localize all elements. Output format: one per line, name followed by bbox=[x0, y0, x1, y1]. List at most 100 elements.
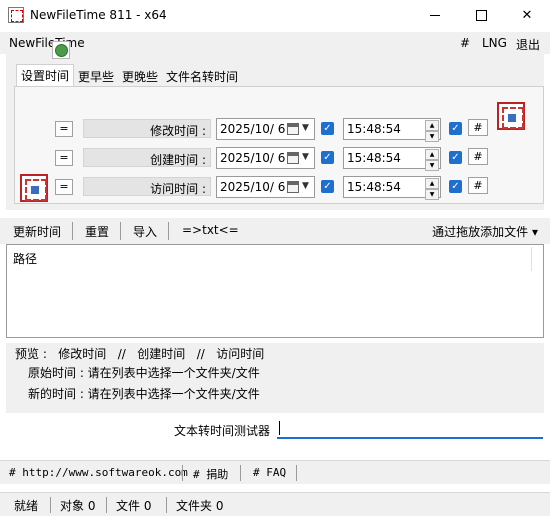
time-label-box: 创建时间 : bbox=[83, 148, 211, 167]
text-caret bbox=[279, 421, 280, 435]
calendar-icon[interactable] bbox=[287, 181, 299, 193]
spin-down-icon[interactable]: ▼ bbox=[425, 189, 439, 200]
time-value: 15:48:54 bbox=[347, 180, 401, 194]
spin-up-icon[interactable]: ▲ bbox=[425, 120, 439, 131]
title-bar: NewFileTime 811 - x64 bbox=[0, 0, 550, 32]
action-toolbar: 更新时间 重置 导入 =>txt<= 通过拖放添加文件 ▾ bbox=[0, 218, 550, 244]
equal-button[interactable]: = bbox=[55, 150, 73, 166]
spin-up-icon[interactable]: ▲ bbox=[425, 178, 439, 189]
status-divider bbox=[50, 497, 51, 513]
chevron-down-icon[interactable]: ▼ bbox=[302, 123, 309, 133]
status-bar: 就绪 对象 0 文件 0 文件夹 0 bbox=[0, 492, 550, 516]
reset-button[interactable]: 重置 bbox=[85, 223, 109, 240]
time-spinner[interactable]: ▲ ▼ bbox=[425, 149, 439, 171]
time-enabled-checkbox[interactable]: ✓ bbox=[449, 151, 462, 164]
date-enabled-checkbox[interactable]: ✓ bbox=[321, 180, 334, 193]
chevron-down-icon[interactable]: ▼ bbox=[302, 181, 309, 191]
drag-drop-label: 通过拖放添加文件 bbox=[432, 225, 529, 239]
text-to-time-tester-label: 文本转时间测试器 bbox=[174, 424, 271, 438]
time-label: 修改时间 : bbox=[150, 124, 206, 138]
app-icon bbox=[8, 7, 24, 23]
column-header-path[interactable]: 路径 bbox=[13, 250, 37, 267]
date-picker[interactable]: 2025/10/ 6 ▼ bbox=[216, 176, 315, 198]
status-files: 文件 0 bbox=[116, 499, 152, 513]
date-enabled-checkbox[interactable]: ✓ bbox=[321, 151, 334, 164]
preview-original-time: 原始时间 : 请在列表中选择一个文件夹/文件 bbox=[28, 366, 260, 380]
time-row-created: = 创建时间 : 2025/10/ 6 ▼ ✓ 15:48:54 ▲ ▼ ✓ # bbox=[55, 147, 495, 171]
time-spinner[interactable]: ▲ ▼ bbox=[425, 120, 439, 142]
time-row-accessed: = 访问时间 : 2025/10/ 6 ▼ ✓ 15:48:54 ▲ ▼ ✓ # bbox=[55, 176, 495, 200]
preview-panel: 预览 : 修改时间 // 创建时间 // 访问时间 原始时间 : 请在列表中选择… bbox=[6, 343, 544, 413]
app-logo-icon-left bbox=[20, 174, 48, 202]
hash-button[interactable]: # bbox=[468, 177, 488, 194]
import-button[interactable]: 导入 bbox=[133, 223, 157, 240]
tab-set-time[interactable]: 设置时间 bbox=[16, 64, 75, 87]
date-picker[interactable]: 2025/10/ 6 ▼ bbox=[216, 147, 315, 169]
toolbar-divider bbox=[168, 222, 169, 240]
time-label-box: 访问时间 : bbox=[83, 177, 211, 196]
time-label-box: 修改时间 : bbox=[83, 119, 211, 138]
equal-button[interactable]: = bbox=[55, 179, 73, 195]
time-value: 15:48:54 bbox=[347, 122, 401, 136]
hash-button[interactable]: # bbox=[468, 119, 488, 136]
donate-link[interactable]: # 捐助 bbox=[193, 466, 228, 482]
text-to-time-tester-input[interactable] bbox=[277, 419, 543, 439]
spin-down-icon[interactable]: ▼ bbox=[425, 131, 439, 142]
close-button[interactable] bbox=[504, 0, 550, 30]
time-spinner[interactable]: ▲ ▼ bbox=[425, 178, 439, 200]
calendar-icon[interactable] bbox=[287, 152, 299, 164]
maximize-button[interactable] bbox=[458, 0, 504, 30]
status-folders: 文件夹 0 bbox=[176, 499, 224, 513]
app-logo-icon-right bbox=[497, 102, 525, 130]
list-scrollbar[interactable] bbox=[531, 247, 541, 271]
time-label: 访问时间 : bbox=[150, 182, 206, 196]
status-objects: 对象 0 bbox=[60, 499, 96, 513]
spin-down-icon[interactable]: ▼ bbox=[425, 160, 439, 171]
update-time-button[interactable]: 更新时间 bbox=[13, 223, 61, 240]
equal-button[interactable]: = bbox=[55, 121, 73, 137]
menu-hash[interactable]: # bbox=[460, 36, 470, 50]
calendar-icon[interactable] bbox=[287, 123, 299, 135]
link-bar: # http://www.softwareok.com # 捐助 # FAQ bbox=[0, 460, 550, 484]
tab-earlier[interactable]: 更早些 bbox=[74, 66, 118, 87]
time-enabled-checkbox[interactable]: ✓ bbox=[449, 180, 462, 193]
date-value: 2025/10/ 6 bbox=[220, 122, 286, 136]
toolbar-divider bbox=[72, 222, 73, 240]
preview-new-time: 新的时间 : 请在列表中选择一个文件夹/文件 bbox=[28, 387, 260, 401]
date-value: 2025/10/ 6 bbox=[220, 151, 286, 165]
drag-drop-add-dropdown[interactable]: 通过拖放添加文件 ▾ bbox=[432, 223, 538, 240]
tab-filename-to-time[interactable]: 文件名转时间 bbox=[162, 66, 242, 87]
menu-bar: NewFileTime # LNG 退出 bbox=[0, 32, 550, 54]
tab-strip: 设置时间 更早些 更晚些 文件名转时间 bbox=[16, 64, 242, 87]
file-list[interactable]: 路径 bbox=[6, 244, 544, 338]
menu-exit[interactable]: 退出 bbox=[516, 36, 540, 53]
time-value: 15:48:54 bbox=[347, 151, 401, 165]
export-txt-button[interactable]: =>txt<= bbox=[182, 223, 239, 237]
time-enabled-checkbox[interactable]: ✓ bbox=[449, 122, 462, 135]
status-ready: 就绪 bbox=[14, 499, 39, 513]
hash-button[interactable]: # bbox=[468, 148, 488, 165]
window-title: NewFileTime 811 - x64 bbox=[30, 8, 167, 22]
chevron-down-icon[interactable]: ▼ bbox=[302, 152, 309, 162]
preview-header: 预览 : 修改时间 // 创建时间 // 访问时间 bbox=[15, 347, 265, 361]
spin-up-icon[interactable]: ▲ bbox=[425, 149, 439, 160]
time-picker[interactable]: 15:48:54 ▲ ▼ bbox=[343, 147, 441, 171]
menu-app-name[interactable]: NewFileTime bbox=[9, 36, 85, 50]
date-picker[interactable]: 2025/10/ 6 ▼ bbox=[216, 118, 315, 140]
menu-language[interactable]: LNG bbox=[482, 36, 507, 50]
time-picker[interactable]: 15:48:54 ▲ ▼ bbox=[343, 176, 441, 200]
date-value: 2025/10/ 6 bbox=[220, 180, 286, 194]
tab-later[interactable]: 更晚些 bbox=[118, 66, 162, 87]
date-enabled-checkbox[interactable]: ✓ bbox=[321, 122, 334, 135]
toolbar-divider bbox=[120, 222, 121, 240]
link-divider bbox=[296, 465, 297, 481]
minimize-button[interactable] bbox=[412, 0, 458, 30]
website-link[interactable]: # http://www.softwareok.com bbox=[9, 466, 188, 479]
status-divider bbox=[166, 497, 167, 513]
time-picker[interactable]: 15:48:54 ▲ ▼ bbox=[343, 118, 441, 142]
link-divider bbox=[240, 465, 241, 481]
refresh-current-time-icon[interactable] bbox=[52, 41, 70, 59]
faq-link[interactable]: # FAQ bbox=[253, 466, 286, 479]
time-label: 创建时间 : bbox=[150, 153, 206, 167]
status-divider bbox=[106, 497, 107, 513]
